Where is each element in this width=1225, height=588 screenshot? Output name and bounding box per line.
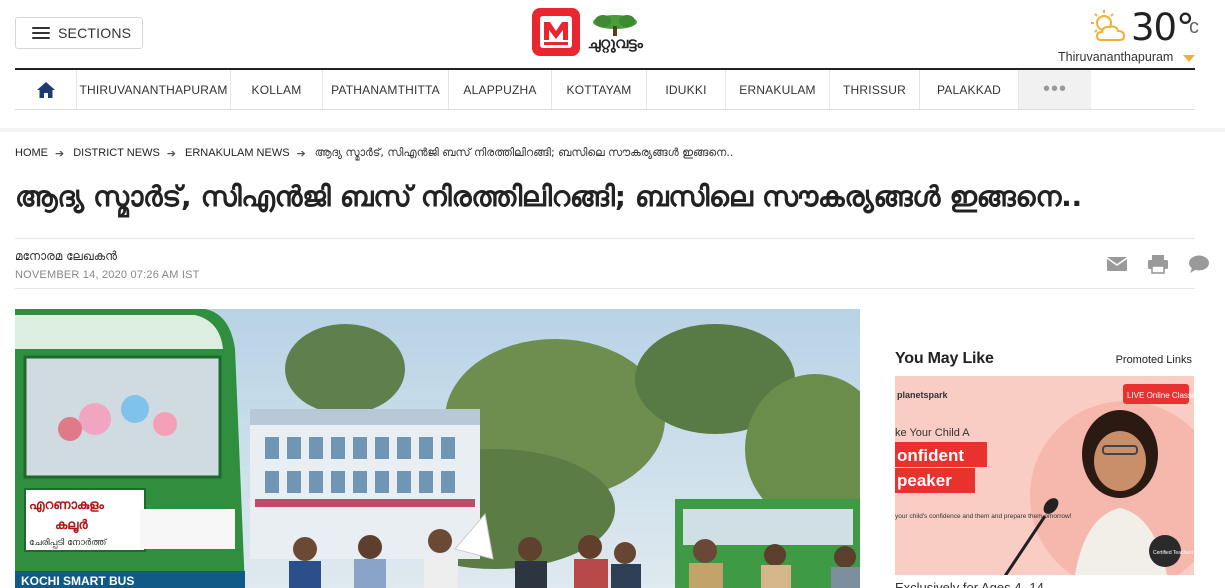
ad-line-3: peaker <box>897 471 952 490</box>
nav-item-thrissur[interactable]: THRISSUR <box>830 70 920 109</box>
article-author[interactable]: മനോരമ ലേഖകൻ <box>15 249 117 264</box>
nav-more-button[interactable]: ••• <box>1019 70 1091 109</box>
logo-text: ചുറ്റുവട്ടം <box>587 33 643 52</box>
article-headline: ആദ്യ സ്മാർട്, സിഎൻജി ബസ് നിരത്തിലിറങ്ങി;… <box>15 180 1082 213</box>
bus-destination-sign-2: കലൂർ <box>55 518 89 534</box>
weather-widget[interactable]: 30° c Thiruvananthapuram <box>1035 4 1205 66</box>
ad-badge: LIVE Online Classes <box>1127 391 1194 400</box>
arrow-right-icon: ➔ <box>296 147 306 160</box>
email-icon[interactable] <box>1106 254 1128 274</box>
partly-sunny-icon <box>1091 10 1126 41</box>
nav-item-thiruvananthapuram[interactable]: THIRUVANANTHAPURAM <box>77 70 231 109</box>
tree-icon <box>593 14 637 36</box>
nav-item-idukki[interactable]: IDUKKI <box>647 70 726 109</box>
ad-line-1: ke Your Child A <box>895 427 970 439</box>
bus-route-sign: ചേരിപ്പടി നോർത്ത് <box>29 537 108 548</box>
bus-launch-image: എറണാകുളം കലൂർ ചേരിപ്പടി നോർത്ത് KOCHI SM… <box>15 309 860 588</box>
share-toolbar <box>1106 254 1210 274</box>
nav-item-kollam[interactable]: KOLLAM <box>231 70 323 109</box>
you-may-like-title: You May Like <box>895 350 994 367</box>
weather-city: Thiruvananthapuram <box>1058 50 1174 64</box>
breadcrumb-home[interactable]: HOME <box>15 147 48 159</box>
bus-destination-sign: എറണാകുളം <box>29 498 105 513</box>
nav-item-palakkad[interactable]: PALAKKAD <box>920 70 1019 109</box>
article-photo[interactable]: എറണാകുളം കലൂർ ചേരിപ്പടി നോർത്ത് KOCHI SM… <box>15 309 860 588</box>
temperature-unit: c <box>1189 16 1199 38</box>
bus-brand-text: KOCHI SMART BUS <box>21 574 134 588</box>
arrow-right-icon: ➔ <box>55 147 65 160</box>
chevron-down-icon[interactable] <box>1183 55 1195 62</box>
section-divider <box>0 128 1225 132</box>
nav-item-ernakulam[interactable]: ERNAKULAM <box>726 70 830 109</box>
nav-home[interactable] <box>15 70 77 109</box>
sections-button[interactable]: SECTIONS <box>15 17 143 49</box>
comment-icon[interactable] <box>1188 254 1210 274</box>
ad-line-2: onfident <box>897 446 964 465</box>
logo-wordmark: ചുറ്റുവട്ടം <box>587 14 643 51</box>
breadcrumb-current: ആദ്യ സ്മാർട്, സിഎൻജി ബസ് നിരത്തിലിറങ്ങി;… <box>314 146 734 159</box>
breadcrumb: HOME ➔ DISTRICT NEWS ➔ ERNAKULAM NEWS ➔ … <box>15 146 733 160</box>
article-date: NOVEMBER 14, 2020 07:26 AM IST <box>15 269 200 281</box>
manorama-m-logo <box>532 8 580 56</box>
site-logo[interactable]: ചുറ്റുവട്ടം <box>532 8 682 56</box>
temperature: 30° <box>1131 6 1195 49</box>
print-icon[interactable] <box>1147 254 1169 274</box>
promoted-links-label[interactable]: Promoted Links <box>1116 354 1192 366</box>
hamburger-icon <box>32 27 50 39</box>
sections-label: SECTIONS <box>58 25 132 41</box>
breadcrumb-ernakulam-news[interactable]: ERNAKULAM NEWS <box>185 147 290 159</box>
nav-item-pathanamthitta[interactable]: PATHANAMTHITTA <box>323 70 449 109</box>
ad-caption[interactable]: Exclusively for Ages 4 -14 <box>895 580 1044 588</box>
ad-brand: planetspark <box>897 390 949 400</box>
ad-image: planetspark LIVE Online Classes ke Your … <box>895 376 1194 575</box>
nav-item-alappuzha[interactable]: ALAPPUZHA <box>449 70 552 109</box>
district-nav: THIRUVANANTHAPURAM KOLLAM PATHANAMTHITTA… <box>15 68 1195 110</box>
divider <box>15 238 1195 239</box>
arrow-right-icon: ➔ <box>166 147 177 160</box>
home-icon <box>36 81 55 98</box>
nav-item-kottayam[interactable]: KOTTAYAM <box>552 70 647 109</box>
ad-seal: Certified Teachers <box>1153 550 1194 556</box>
sponsored-ad[interactable]: planetspark LIVE Online Classes ke Your … <box>895 376 1194 575</box>
breadcrumb-district-news[interactable]: DISTRICT NEWS <box>73 147 160 159</box>
divider <box>15 288 1195 289</box>
